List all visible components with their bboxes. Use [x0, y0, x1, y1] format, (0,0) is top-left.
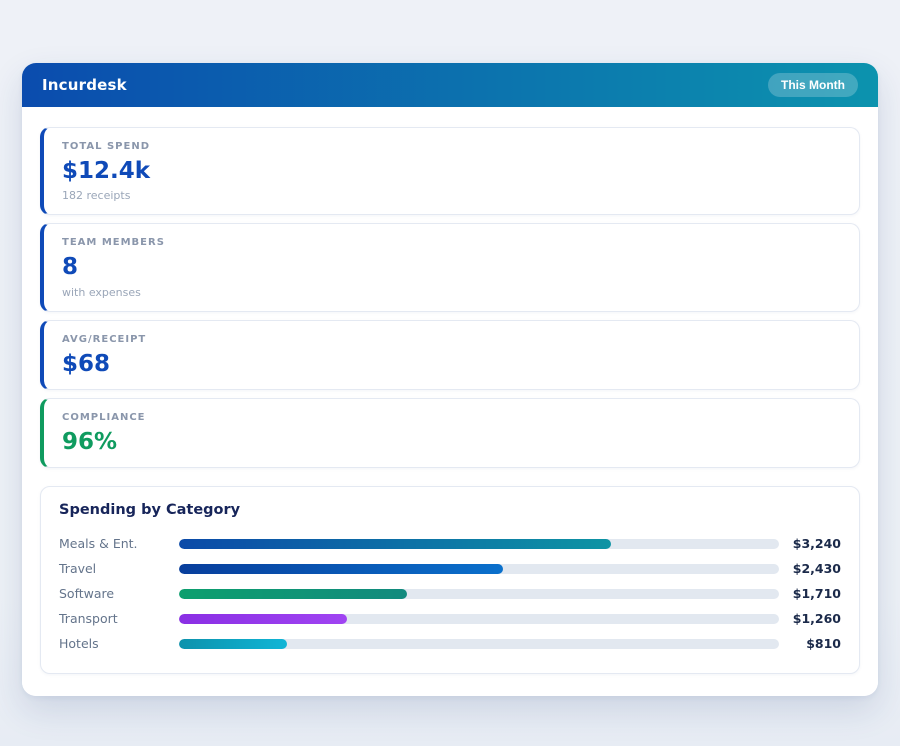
bar-track: [179, 564, 779, 574]
chart-rows: Meals & Ent. $3,240 Travel $2,430 Softwa…: [59, 531, 841, 656]
chart-row: Travel $2,430: [59, 556, 841, 581]
stats-section: TOTAL SPEND $12.4k 182 receipts TEAM MEM…: [40, 127, 860, 468]
stat-label: AVG/RECEIPT: [62, 334, 841, 345]
chart-category-label: Software: [59, 586, 179, 601]
chart-row: Meals & Ent. $3,240: [59, 531, 841, 556]
stat-label: TOTAL SPEND: [62, 141, 841, 152]
bar-track: [179, 589, 779, 599]
chart-category-label: Transport: [59, 611, 179, 626]
chart-value-label: $1,260: [779, 611, 841, 626]
chart-row: Software $1,710: [59, 581, 841, 606]
chart-value-label: $2,430: [779, 561, 841, 576]
app-title: Incurdesk: [42, 76, 127, 94]
stat-subtext: 182 receipts: [62, 189, 841, 202]
stat-card: AVG/RECEIPT $68: [40, 320, 860, 390]
stat-value: $68: [62, 352, 841, 377]
stat-card: COMPLIANCE 96%: [40, 398, 860, 468]
chart-value-label: $810: [779, 636, 841, 651]
stat-value: 96%: [62, 430, 841, 455]
chart-category-label: Travel: [59, 561, 179, 576]
app-header: Incurdesk This Month: [22, 63, 878, 107]
bar-track: [179, 614, 779, 624]
bar-fill: [179, 539, 611, 549]
bar-fill: [179, 564, 503, 574]
stat-value: $12.4k: [62, 159, 841, 184]
chart-category-label: Hotels: [59, 636, 179, 651]
spending-chart-card: Spending by Category Meals & Ent. $3,240…: [40, 486, 860, 674]
stat-card: TOTAL SPEND $12.4k 182 receipts: [40, 127, 860, 215]
stat-value: 8: [62, 255, 841, 280]
bar-fill: [179, 589, 407, 599]
bar-fill: [179, 614, 347, 624]
chart-value-label: $3,240: [779, 536, 841, 551]
period-filter-badge[interactable]: This Month: [768, 73, 858, 97]
stat-subtext: with expenses: [62, 286, 841, 299]
bar-fill: [179, 639, 287, 649]
stat-label: COMPLIANCE: [62, 412, 841, 423]
chart-value-label: $1,710: [779, 586, 841, 601]
bar-track: [179, 539, 779, 549]
panel-body: TOTAL SPEND $12.4k 182 receipts TEAM MEM…: [22, 107, 878, 696]
chart-category-label: Meals & Ent.: [59, 536, 179, 551]
stat-card: TEAM MEMBERS 8 with expenses: [40, 223, 860, 311]
chart-row: Hotels $810: [59, 631, 841, 656]
chart-title: Spending by Category: [59, 502, 841, 518]
bar-track: [179, 639, 779, 649]
chart-row: Transport $1,260: [59, 606, 841, 631]
dashboard-panel: Incurdesk This Month TOTAL SPEND $12.4k …: [22, 63, 878, 696]
stat-label: TEAM MEMBERS: [62, 237, 841, 248]
